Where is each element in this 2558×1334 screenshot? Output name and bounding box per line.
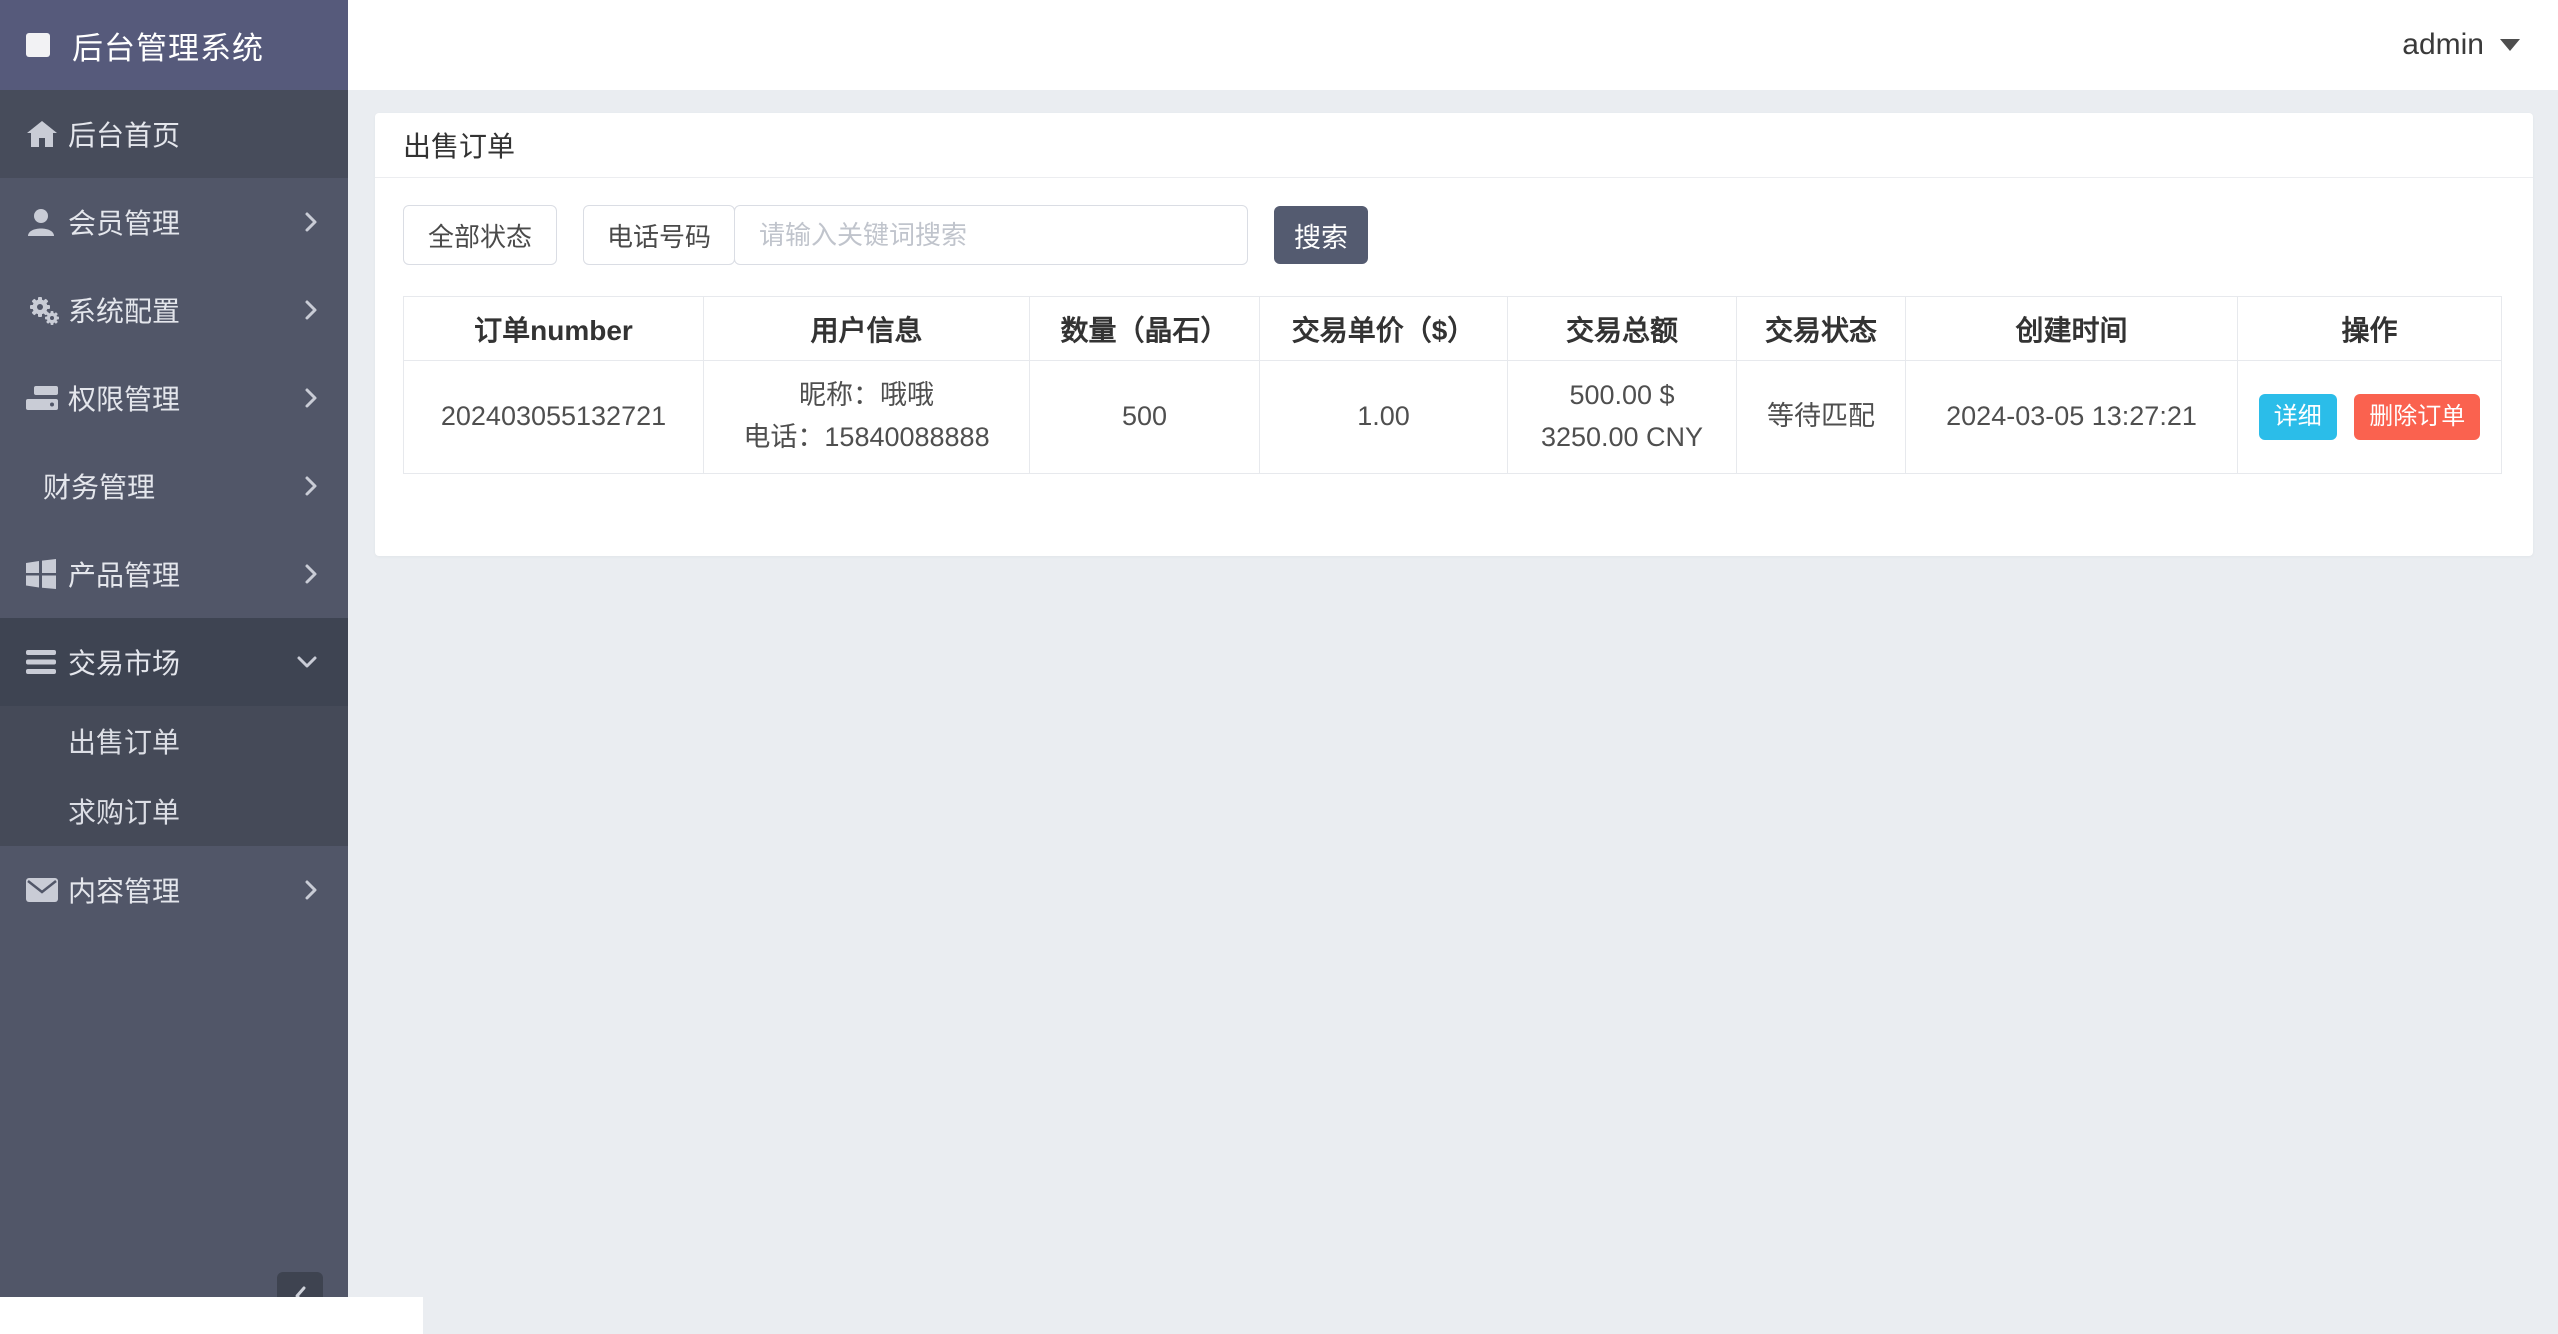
col-user-info: 用户信息: [703, 296, 1030, 361]
cell-actions: 详细 删除订单: [2237, 360, 2502, 474]
cell-user-info: 昵称：哦哦 电话：15840088888: [703, 360, 1030, 474]
cell-quantity: 500: [1029, 360, 1260, 474]
col-actions: 操作: [2237, 296, 2502, 361]
user-phone: 电话：15840088888: [743, 421, 990, 452]
col-unit-price: 交易单价（$）: [1259, 296, 1508, 361]
total-usd: 500.00 $: [1569, 380, 1675, 410]
status-select-value: 全部状态: [427, 221, 532, 252]
chevron-right-icon: [304, 387, 318, 409]
user-nickname: 昵称：哦哦: [799, 380, 934, 410]
user-icon: [26, 207, 68, 237]
grid-icon: [26, 559, 68, 589]
search-field-select[interactable]: 电话号码: [583, 205, 735, 265]
main-content: 出售订单 全部状态 电话号码 搜索 订单number 用户信: [348, 90, 2558, 1334]
sidebar-item-market[interactable]: 交易市场: [0, 618, 348, 706]
app-title: 后台管理系统: [72, 30, 264, 66]
col-quantity: 数量（晶石）: [1029, 296, 1260, 361]
panel-header: 出售订单: [375, 113, 2533, 178]
sidebar-item-content[interactable]: 内容管理: [0, 846, 348, 934]
total-cny: 3250.00 CNY: [1540, 421, 1704, 452]
chevron-right-icon: [304, 299, 318, 321]
search-button[interactable]: 搜索: [1274, 206, 1368, 264]
keyword-search-input[interactable]: [734, 205, 1248, 265]
chevron-down-icon: [2500, 39, 2520, 51]
home-icon: [26, 119, 68, 149]
sidebar-subitem-label: 出售订单: [68, 727, 181, 758]
envelope-icon: [26, 878, 68, 902]
sidebar-item-home[interactable]: 后台首页: [0, 90, 348, 178]
col-order-number: 订单number: [403, 296, 704, 361]
sidebar-item-permissions[interactable]: 权限管理: [0, 354, 348, 442]
cell-total: 500.00 $ 3250.00 CNY: [1507, 360, 1737, 474]
table-row: 202403055132721 昵称：哦哦 电话：15840088888 500…: [403, 360, 2502, 474]
sidebar-subitem-label: 求购订单: [68, 797, 181, 828]
user-menu[interactable]: admin: [2402, 28, 2520, 62]
sidebar-item-label: 后台首页: [68, 120, 181, 151]
sidebar-item-label: 权限管理: [68, 384, 181, 415]
server-icon: [26, 384, 68, 412]
status-select[interactable]: 全部状态: [403, 205, 557, 265]
market-submenu: 出售订单 求购订单: [0, 706, 348, 846]
chevron-right-icon: [304, 879, 318, 901]
sidebar-item-products[interactable]: 产品管理: [0, 530, 348, 618]
sidebar-item-members[interactable]: 会员管理: [0, 178, 348, 266]
bottom-white-strip: [0, 1297, 423, 1334]
filter-bar: 全部状态 电话号码 搜索: [375, 178, 2533, 265]
col-total: 交易总额: [1507, 296, 1737, 361]
detail-button[interactable]: 详细: [2258, 393, 2337, 440]
delete-order-button[interactable]: 删除订单: [2354, 393, 2481, 440]
col-status: 交易状态: [1736, 296, 1906, 361]
sidebar-subitem-buy-orders[interactable]: 求购订单: [0, 776, 348, 846]
search-field-select-value: 电话号码: [606, 221, 711, 252]
chevron-right-icon: [304, 475, 318, 497]
app-logo: 后台管理系统: [0, 0, 348, 90]
chevron-right-icon: [304, 563, 318, 585]
sidebar: 后台管理系统 后台首页 会员管理 系统配置 权限管理 财务管理 产品管理 交易市…: [0, 0, 348, 1334]
sidebar-item-label: 会员管理: [68, 208, 181, 239]
topbar: admin: [348, 0, 2558, 90]
username: admin: [2402, 28, 2484, 61]
gears-icon: [26, 294, 68, 326]
sidebar-item-label: 内容管理: [68, 876, 181, 907]
orders-table: 订单number 用户信息 数量（晶石） 交易单价（$） 交易总额 交易状态 创…: [403, 296, 2502, 474]
sidebar-item-label: 财务管理: [43, 472, 156, 503]
sidebar-item-label: 产品管理: [68, 560, 181, 591]
table-header-row: 订单number 用户信息 数量（晶石） 交易单价（$） 交易总额 交易状态 创…: [403, 296, 2502, 361]
bars-icon: [26, 650, 68, 674]
chevron-right-icon: [304, 211, 318, 233]
sidebar-item-label: 交易市场: [68, 648, 181, 679]
sidebar-item-system-config[interactable]: 系统配置: [0, 266, 348, 354]
cell-unit-price: 1.00: [1259, 360, 1508, 474]
col-created-at: 创建时间: [1905, 296, 2238, 361]
orders-panel: 出售订单 全部状态 电话号码 搜索 订单number 用户信: [375, 113, 2533, 556]
sidebar-subitem-sell-orders[interactable]: 出售订单: [0, 706, 348, 776]
app-logo-icon: [26, 33, 50, 57]
sidebar-item-finance[interactable]: 财务管理: [0, 442, 348, 530]
orders-table-wrap: 订单number 用户信息 数量（晶石） 交易单价（$） 交易总额 交易状态 创…: [375, 265, 2533, 474]
cell-created-at: 2024-03-05 13:27:21: [1905, 360, 2238, 474]
cell-order-number: 202403055132721: [403, 360, 704, 474]
page-title: 出售订单: [403, 131, 516, 162]
sidebar-item-label: 系统配置: [68, 296, 181, 327]
cell-status: 等待匹配: [1736, 360, 1906, 474]
chevron-down-icon: [296, 655, 318, 669]
